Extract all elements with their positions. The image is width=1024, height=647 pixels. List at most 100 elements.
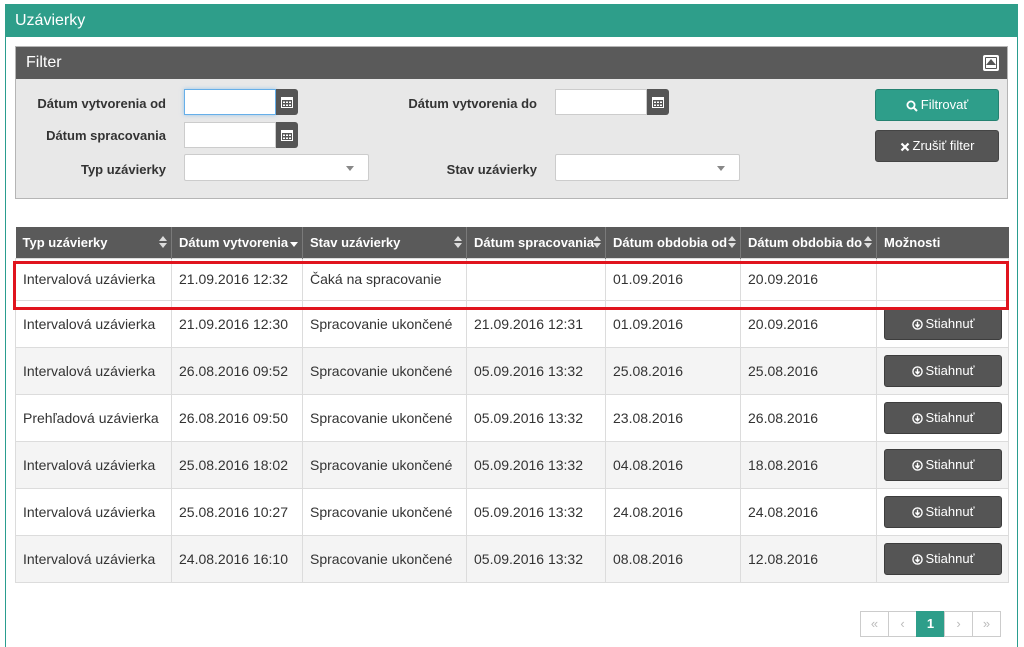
cell-processed: 05.09.2016 13:32	[466, 393, 606, 442]
type-label: Typ uzávierky	[80, 162, 166, 177]
cell-period-to: 20.09.2016	[740, 257, 877, 301]
created-from-input[interactable]	[184, 89, 276, 115]
pagination-next-button[interactable]: ›	[944, 611, 973, 637]
cell-period-from: 08.08.2016	[605, 534, 741, 583]
cell-created: 25.08.2016 10:27	[171, 487, 303, 536]
table-row: Intervalová uzávierka 25.08.2016 18:02 S…	[15, 440, 1009, 489]
state-select[interactable]	[555, 154, 740, 181]
filter-header: Filter	[16, 47, 1007, 79]
download-icon	[911, 553, 923, 565]
type-select[interactable]	[184, 154, 369, 181]
cell-state: Spracovanie ukončené	[302, 487, 467, 536]
download-button[interactable]: Stiahnuť	[884, 401, 1002, 434]
cell-state: Spracovanie ukončené	[302, 299, 467, 348]
cell-type: Prehľadová uzávierka	[15, 393, 172, 442]
cell-period-to: 26.08.2016	[740, 393, 877, 442]
cell-created: 21.09.2016 12:30	[171, 299, 303, 348]
cell-created: 26.08.2016 09:52	[171, 346, 303, 395]
created-from-label: Dátum vytvorenia od	[37, 96, 166, 111]
filter-title: Filter	[26, 54, 62, 71]
sort-icon	[593, 236, 601, 249]
download-icon	[911, 365, 923, 377]
table-header-row: Typ uzávierky Dátum vytvorenia Stav uzáv…	[15, 227, 1009, 258]
cell-type: Intervalová uzávierka	[15, 487, 172, 536]
table-row: Intervalová uzávierka 21.09.2016 12:32 Č…	[15, 257, 1009, 301]
cell-type: Intervalová uzávierka	[15, 299, 172, 348]
column-header-period-from[interactable]: Dátum obdobia od	[605, 227, 741, 258]
column-header-processed[interactable]: Dátum spracovania	[466, 227, 606, 258]
cell-period-from: 23.08.2016	[605, 393, 741, 442]
pagination-first-button[interactable]: «	[860, 611, 889, 637]
download-button[interactable]: Stiahnuť	[884, 448, 1002, 481]
calendar-icon	[281, 97, 293, 108]
cell-type: Intervalová uzávierka	[15, 440, 172, 489]
closures-table: Typ uzávierky Dátum vytvorenia Stav uzáv…	[15, 227, 1009, 583]
cell-state: Spracovanie ukončené	[302, 534, 467, 583]
cell-type: Intervalová uzávierka	[15, 346, 172, 395]
pagination-last-button[interactable]: »	[972, 611, 1001, 637]
table-row: Intervalová uzávierka 25.08.2016 10:27 S…	[15, 487, 1009, 536]
download-button[interactable]: Stiahnuť	[884, 495, 1002, 528]
cell-options: Stiahnuť	[876, 487, 1009, 536]
cell-created: 21.09.2016 12:32	[171, 257, 303, 301]
sort-desc-icon	[290, 242, 298, 248]
created-to-input[interactable]	[555, 89, 647, 115]
pagination-prev-button[interactable]: ‹	[888, 611, 917, 637]
filter-button[interactable]: Filtrovať	[875, 89, 999, 121]
state-label: Stav uzávierky	[446, 162, 537, 177]
cell-options: Stiahnuť	[876, 346, 1009, 395]
cell-created: 24.08.2016 16:10	[171, 534, 303, 583]
column-header-type[interactable]: Typ uzávierky	[15, 227, 172, 258]
cell-state: Spracovanie ukončené	[302, 440, 467, 489]
column-header-state[interactable]: Stav uzávierky	[302, 227, 467, 258]
search-icon	[906, 100, 918, 112]
processed-input[interactable]	[184, 122, 276, 148]
download-icon	[911, 459, 923, 471]
cell-type: Intervalová uzávierka	[15, 534, 172, 583]
processed-label: Dátum spracovania	[46, 128, 166, 143]
download-icon	[911, 506, 923, 518]
cell-state: Spracovanie ukončené	[302, 393, 467, 442]
cell-period-from: 24.08.2016	[605, 487, 741, 536]
cell-created: 26.08.2016 09:50	[171, 393, 303, 442]
cell-state: Čaká na spracovanie	[302, 257, 467, 301]
download-button[interactable]: Stiahnuť	[884, 307, 1002, 340]
cell-options	[876, 257, 1009, 301]
created-to-calendar-button[interactable]	[647, 89, 669, 115]
column-header-created[interactable]: Dátum vytvorenia	[171, 227, 303, 258]
cell-period-to: 18.08.2016	[740, 440, 877, 489]
processed-calendar-button[interactable]	[276, 122, 298, 148]
cell-created: 25.08.2016 18:02	[171, 440, 303, 489]
collapse-icon[interactable]	[983, 55, 999, 71]
cell-options: Stiahnuť	[876, 299, 1009, 348]
pagination-page-button[interactable]: 1	[916, 611, 945, 637]
table-row: Intervalová uzávierka 24.08.2016 16:10 S…	[15, 534, 1009, 583]
sort-icon	[728, 236, 736, 249]
download-icon	[911, 412, 923, 424]
clear-filter-button[interactable]: Zrušiť filter	[875, 130, 999, 162]
chevron-down-icon	[717, 166, 725, 171]
cell-processed: 05.09.2016 13:32	[466, 487, 606, 536]
cell-options: Stiahnuť	[876, 440, 1009, 489]
table-row: Intervalová uzávierka 26.08.2016 09:52 S…	[15, 346, 1009, 395]
cell-processed: 05.09.2016 13:32	[466, 534, 606, 583]
column-header-options: Možnosti	[876, 227, 1009, 258]
cell-period-from: 25.08.2016	[605, 346, 741, 395]
cell-processed: 05.09.2016 13:32	[466, 346, 606, 395]
created-from-calendar-button[interactable]	[276, 89, 298, 115]
table-row: Prehľadová uzávierka 26.08.2016 09:50 Sp…	[15, 393, 1009, 442]
cell-period-to: 20.09.2016	[740, 299, 877, 348]
column-header-period-to[interactable]: Dátum obdobia do	[740, 227, 877, 258]
close-icon	[900, 142, 909, 151]
download-button[interactable]: Stiahnuť	[884, 542, 1002, 575]
cell-processed: 21.09.2016 12:31	[466, 299, 606, 348]
sort-icon	[159, 236, 167, 249]
cell-state: Spracovanie ukončené	[302, 346, 467, 395]
download-icon	[911, 318, 923, 330]
download-button[interactable]: Stiahnuť	[884, 354, 1002, 387]
sort-icon	[454, 236, 462, 249]
panel-title: Uzávierky	[5, 4, 1018, 37]
pagination: « ‹ 1 › »	[860, 611, 1001, 637]
calendar-icon	[652, 97, 664, 108]
cell-options: Stiahnuť	[876, 393, 1009, 442]
